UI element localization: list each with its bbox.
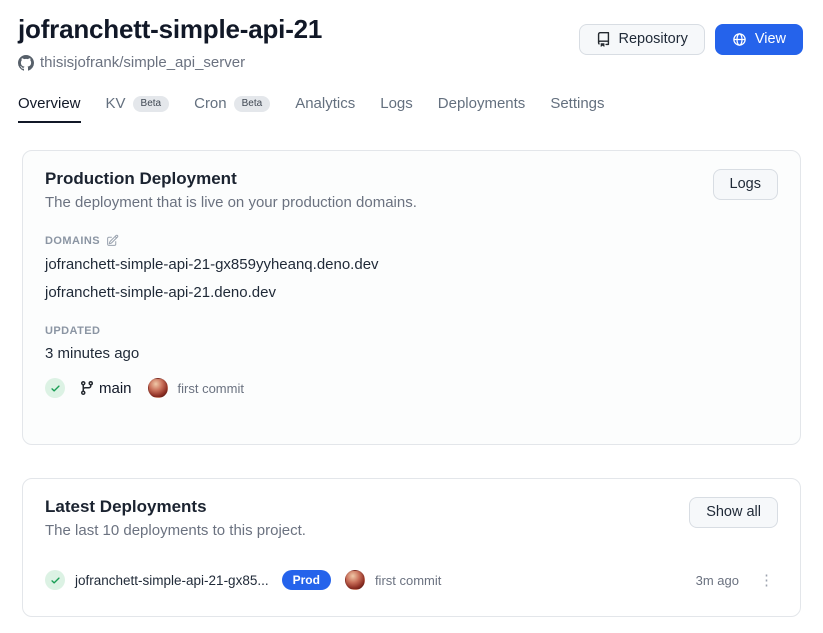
tab-label: Analytics	[295, 95, 355, 112]
latest-deployments-card: Latest Deployments The last 10 deploymen…	[22, 478, 801, 617]
row-menu-icon[interactable]: ⋮	[755, 571, 778, 590]
domain-link[interactable]: jofranchett-simple-api-21.deno.dev	[45, 283, 778, 303]
deployment-time: 3m ago	[696, 573, 739, 588]
deployment-name[interactable]: jofranchett-simple-api-21-gx85...	[75, 573, 269, 588]
tab-logs[interactable]: Logs	[380, 95, 413, 123]
github-icon	[18, 55, 34, 71]
tab-label: Settings	[550, 95, 604, 112]
tab-overview[interactable]: Overview	[18, 95, 81, 123]
logs-button[interactable]: Logs	[713, 169, 778, 200]
production-status-row: main first commit	[45, 378, 778, 426]
deployments-card-titles: Latest Deployments The last 10 deploymen…	[45, 497, 306, 539]
branch-link[interactable]: main	[79, 380, 132, 397]
committer-avatar	[345, 570, 365, 590]
tab-kv[interactable]: KV Beta	[106, 95, 170, 123]
domain-link[interactable]: jofranchett-simple-api-21-gx859yyheanq.d…	[45, 255, 778, 275]
tab-deployments[interactable]: Deployments	[438, 95, 526, 123]
repository-button[interactable]: Repository	[579, 24, 705, 55]
updated-value: 3 minutes ago	[45, 345, 778, 362]
tab-label: Overview	[18, 95, 81, 112]
beta-badge: Beta	[133, 96, 170, 112]
commit-message[interactable]: first commit	[178, 381, 244, 396]
updated-section: Updated 3 minutes ago	[45, 325, 778, 362]
deployments-card-header: Latest Deployments The last 10 deploymen…	[45, 497, 778, 539]
repository-button-label: Repository	[619, 32, 688, 47]
git-branch-icon	[79, 380, 95, 396]
branch-name: main	[99, 380, 132, 397]
domains-label-row: Domains	[45, 234, 778, 247]
domains-section: Domains jofranchett-simple-api-21-gx859y…	[45, 234, 778, 303]
view-button-label: View	[755, 32, 786, 47]
success-check-icon	[45, 378, 65, 398]
github-repo-link[interactable]: thisisjofrank/simple_api_server	[18, 54, 322, 71]
success-check-icon	[45, 570, 65, 590]
tab-label: Logs	[380, 95, 413, 112]
prod-badge: Prod	[282, 570, 331, 590]
edit-domains-icon[interactable]	[106, 234, 119, 247]
production-card-title: Production Deployment	[45, 169, 417, 189]
domains-label: Domains	[45, 235, 100, 247]
deployment-row: jofranchett-simple-api-21-gx85... Prod f…	[45, 566, 778, 594]
view-button[interactable]: View	[715, 24, 803, 55]
repo-name: thisisjofrank/simple_api_server	[40, 54, 245, 71]
globe-icon	[732, 32, 747, 47]
show-all-button[interactable]: Show all	[689, 497, 778, 528]
tab-label: Deployments	[438, 95, 526, 112]
tab-label: KV	[106, 95, 126, 112]
production-card-subtitle: The deployment that is live on your prod…	[45, 194, 417, 211]
page-header: jofranchett-simple-api-21 thisisjofrank/…	[18, 14, 803, 71]
deployment-row-right: 3m ago ⋮	[696, 571, 778, 590]
page-title: jofranchett-simple-api-21	[18, 14, 322, 45]
tab-label: Cron	[194, 95, 227, 112]
tab-analytics[interactable]: Analytics	[295, 95, 355, 123]
tab-bar: Overview KV Beta Cron Beta Analytics Log…	[18, 95, 803, 123]
header-left: jofranchett-simple-api-21 thisisjofrank/…	[18, 14, 322, 71]
deployments-card-subtitle: The last 10 deployments to this project.	[45, 522, 306, 539]
updated-label: Updated	[45, 325, 778, 337]
tab-cron[interactable]: Cron Beta	[194, 95, 270, 123]
production-card-header: Production Deployment The deployment tha…	[45, 169, 778, 211]
production-deployment-card: Production Deployment The deployment tha…	[22, 150, 801, 445]
deployments-card-title: Latest Deployments	[45, 497, 306, 517]
beta-badge: Beta	[234, 96, 271, 112]
commit-message: first commit	[375, 573, 441, 588]
committer-avatar	[148, 378, 168, 398]
production-card-titles: Production Deployment The deployment tha…	[45, 169, 417, 211]
repo-book-icon	[596, 32, 611, 47]
header-actions: Repository View	[579, 24, 803, 55]
tab-settings[interactable]: Settings	[550, 95, 604, 123]
project-overview-page: jofranchett-simple-api-21 thisisjofrank/…	[0, 0, 823, 617]
